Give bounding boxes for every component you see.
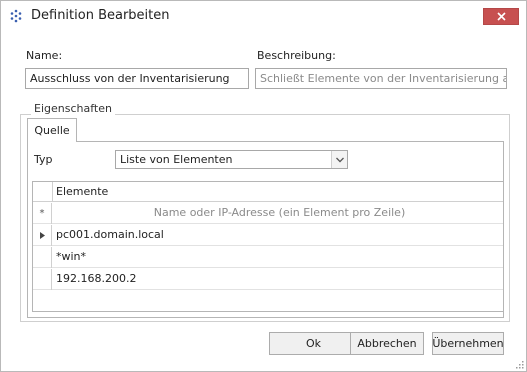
row-indicator: [33, 247, 52, 268]
column-header-elements[interactable]: Elemente: [52, 182, 503, 202]
table-row[interactable]: *win*: [33, 247, 503, 268]
apply-button[interactable]: Übernehmen: [432, 332, 504, 355]
new-row[interactable]: * Name oder IP-Adresse (ein Element pro …: [33, 203, 503, 224]
row-indicator: [33, 269, 52, 290]
triangle-right-icon: [39, 232, 45, 239]
close-button[interactable]: [483, 8, 519, 25]
grid-header: Elemente: [33, 182, 503, 202]
ok-button[interactable]: Ok: [269, 332, 358, 355]
table-row[interactable]: 192.168.200.2: [33, 269, 503, 290]
elements-grid[interactable]: Elemente * Name oder IP-Adresse (ein Ele…: [32, 181, 504, 312]
dropdown-arrow[interactable]: [331, 151, 347, 168]
name-label: Name:: [26, 49, 63, 62]
row-indicator: [33, 225, 52, 246]
new-row-placeholder[interactable]: Name oder IP-Adresse (ein Element pro Ze…: [53, 203, 503, 224]
properties-legend: Eigenschaften: [31, 102, 115, 115]
name-input[interactable]: Ausschluss von der Inventarisierung: [25, 68, 249, 89]
new-row-indicator: *: [33, 203, 52, 224]
type-select[interactable]: Liste von Elementen: [115, 150, 348, 169]
resize-grip-icon[interactable]: [514, 359, 524, 369]
app-icon: [10, 9, 22, 23]
title-bar[interactable]: Definition Bearbeiten: [1, 1, 526, 31]
table-cell[interactable]: pc001.domain.local: [53, 225, 503, 246]
type-select-value: Liste von Elementen: [120, 153, 233, 166]
type-label: Typ: [34, 153, 53, 166]
window-title: Definition Bearbeiten: [31, 8, 170, 23]
tab-source[interactable]: Quelle: [27, 118, 77, 142]
description-input[interactable]: Schließt Elemente von der Inventarisieru…: [255, 68, 507, 89]
table-cell[interactable]: 192.168.200.2: [53, 269, 503, 290]
dialog-window: Definition Bearbeiten Name: Ausschluss v…: [0, 0, 527, 372]
cancel-button[interactable]: Abbrechen: [350, 332, 424, 355]
close-icon: [496, 12, 506, 21]
table-cell[interactable]: *win*: [53, 247, 503, 268]
chevron-down-icon: [335, 157, 344, 163]
description-label: Beschreibung:: [257, 49, 336, 62]
table-row[interactable]: pc001.domain.local: [33, 225, 503, 246]
